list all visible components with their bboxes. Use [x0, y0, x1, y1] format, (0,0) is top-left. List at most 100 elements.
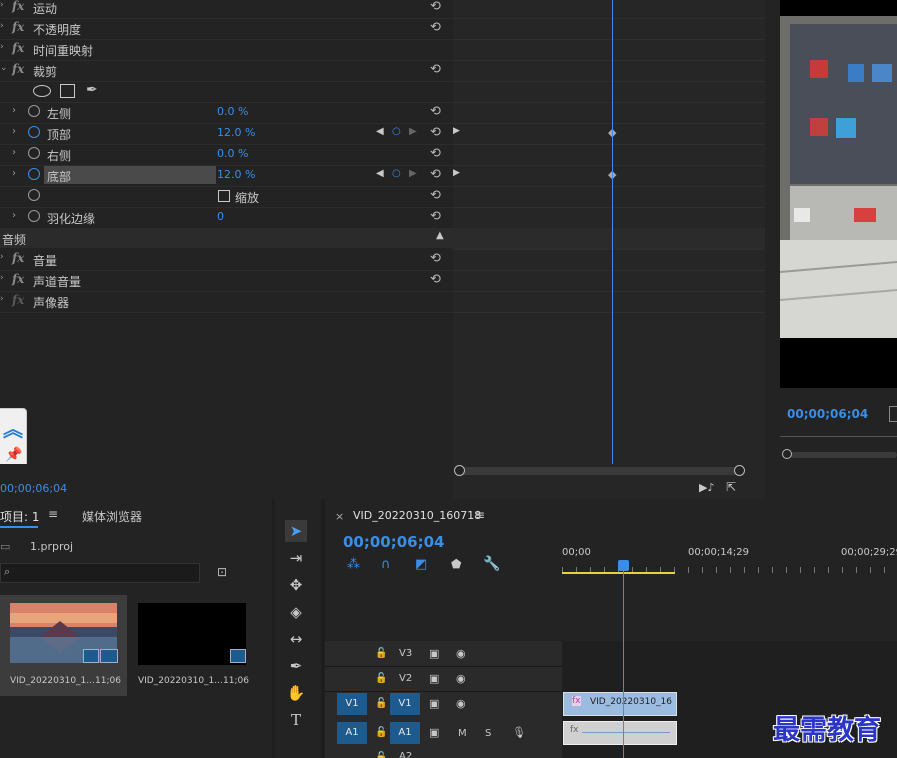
solo-button[interactable]: S [485, 728, 491, 739]
project-tab[interactable]: 项目: 1 [0, 508, 40, 525]
reset-icon[interactable]: ⟲ [430, 146, 441, 161]
reset-icon[interactable]: ⟲ [430, 104, 441, 119]
prev-keyframe-icon[interactable]: ◀ [376, 126, 384, 137]
stopwatch-icon[interactable] [28, 105, 40, 117]
param-row-zoom[interactable]: 缩放 ⟲ [0, 186, 453, 208]
zoom-scrollbar[interactable] [791, 452, 897, 458]
panel-menu-icon[interactable]: ≡ [48, 507, 58, 521]
video-clip[interactable]: fx VID_20220310_16 [563, 692, 677, 716]
reset-icon[interactable]: ⟲ [430, 167, 441, 182]
hand-tool-icon[interactable]: ✋ [285, 682, 307, 704]
settings-wrench-icon[interactable]: 🔧 [483, 556, 500, 572]
audio-clip[interactable]: fx [563, 721, 677, 745]
razor-tool-icon[interactable]: ◈ [285, 601, 307, 623]
lock-icon[interactable]: 🔓 [375, 673, 387, 684]
add-marker-icon[interactable]: ⬟ [451, 557, 461, 571]
collapse-up-icon[interactable]: ▲ [436, 230, 444, 241]
param-row-top[interactable]: › 顶部 12.0 % ◀ ○ ▶ ⟲ [0, 123, 453, 145]
search-input[interactable]: ⌕ [0, 563, 200, 583]
reset-icon[interactable]: ⟲ [430, 20, 441, 35]
ellipse-mask-icon[interactable] [33, 85, 51, 97]
scroll-handle-right[interactable] [734, 465, 745, 476]
mic-icon[interactable]: 🎙 [512, 726, 526, 739]
ec-timeline[interactable]: ▶ ▶ ◆ ◆ ▶♪ ⇱ [453, 0, 765, 499]
project-item-1[interactable]: VID_20220310_1... 11;06 [0, 595, 127, 696]
ripple-edit-tool-icon[interactable]: ✥ [285, 574, 307, 596]
program-timecode[interactable]: 00;00;06;04 [787, 407, 868, 421]
linked-selection-icon[interactable]: ◩ [415, 557, 427, 572]
effect-row-channel-volume[interactable]: › fx 声道音量 ⟲ [0, 270, 453, 292]
ec-scrollbar[interactable] [459, 467, 741, 475]
audio-section-header[interactable]: 音频 ▲ [0, 228, 453, 248]
playhead-line[interactable] [612, 0, 613, 464]
effect-row-volume[interactable]: › fx 音量 ⟲ [0, 249, 453, 271]
pen-mask-icon[interactable]: ✒ [86, 82, 98, 98]
stopwatch-icon[interactable] [28, 210, 40, 222]
track-target-a1[interactable]: A1 [390, 722, 420, 744]
prev-keyframe-icon[interactable]: ◀ [376, 168, 384, 179]
nest-icon[interactable]: ⁂ [347, 557, 360, 572]
effect-row-time-remap[interactable]: › fx 时间重映射 [0, 39, 453, 61]
ec-timecode[interactable]: 00;00;06;04 [0, 482, 67, 495]
reset-icon[interactable]: ⟲ [430, 272, 441, 287]
double-chevron-up-icon[interactable]: ︽ [3, 413, 23, 442]
effect-row-crop[interactable]: ⌄ fx 裁剪 ⟲ [0, 60, 453, 82]
next-keyframe-icon[interactable]: ▶ [409, 168, 417, 179]
lock-icon[interactable]: 🔓 [375, 698, 387, 709]
toggle-sync-icon[interactable]: ▣ [429, 726, 439, 739]
close-tab-icon[interactable]: × [335, 510, 344, 523]
fit-dropdown[interactable] [889, 406, 897, 422]
export-icon[interactable]: ⇱ [726, 480, 736, 494]
effect-row-opacity[interactable]: › fx 不透明度 ⟲ [0, 18, 453, 40]
param-row-feather[interactable]: › 羽化边缘 0 ⟲ [0, 207, 453, 229]
pin-icon[interactable]: 📌 [5, 447, 22, 463]
snap-magnet-icon[interactable]: ∩ [381, 557, 391, 572]
stopwatch-icon[interactable] [28, 126, 40, 138]
lock-icon[interactable]: 🔓 [375, 727, 387, 738]
next-keyframe-icon[interactable]: ▶ [409, 126, 417, 137]
reset-icon[interactable]: ⟲ [430, 62, 441, 77]
reset-icon[interactable]: ⟲ [430, 0, 441, 14]
panel-menu-icon[interactable]: ≡ [475, 508, 485, 522]
param-row-right[interactable]: › 右侧 0.0 % ⟲ [0, 144, 453, 166]
selection-tool-icon[interactable]: ➤ [285, 520, 307, 542]
media-browser-tab[interactable]: 媒体浏览器 [82, 508, 142, 525]
find-icon[interactable]: ⊡ [217, 565, 227, 579]
param-row-left[interactable]: › 左侧 0.0 % ⟲ [0, 102, 453, 124]
lock-icon[interactable]: 🔓 [375, 752, 387, 758]
add-keyframe-icon[interactable]: ○ [392, 168, 401, 179]
track-select-tool-icon[interactable]: ⇥ [285, 547, 307, 569]
track-target-v1[interactable]: V1 [390, 693, 420, 715]
sequence-tab[interactable]: VID_20220310_160718 [353, 509, 481, 522]
time-ruler[interactable]: 00;00 00;00;14;29 00;00;29;29 [562, 529, 897, 641]
scroll-handle-left[interactable] [454, 465, 465, 476]
reset-icon[interactable]: ⟲ [430, 125, 441, 140]
type-tool-icon[interactable]: T [285, 709, 307, 731]
add-keyframe-icon[interactable]: ○ [392, 126, 401, 137]
stopwatch-icon[interactable] [28, 147, 40, 159]
toggle-sync-icon[interactable]: ▣ [429, 647, 439, 660]
zoom-handle[interactable] [782, 449, 792, 459]
sequence-playhead-line[interactable] [623, 571, 624, 758]
project-item-2[interactable]: VID_20220310_1... 11;06 [128, 595, 255, 696]
playhead-handle[interactable] [618, 560, 629, 571]
eye-icon[interactable]: ◉ [456, 672, 466, 685]
stopwatch-icon[interactable] [28, 168, 40, 180]
effect-row-panner[interactable]: › fx 声像器 [0, 291, 453, 313]
eye-icon[interactable]: ◉ [456, 647, 466, 660]
rectangle-mask-icon[interactable] [60, 84, 75, 98]
reset-icon[interactable]: ⟲ [430, 188, 441, 203]
lock-icon[interactable]: 🔓 [375, 648, 387, 659]
toggle-sync-icon[interactable]: ▣ [429, 697, 439, 710]
slip-tool-icon[interactable]: ↔ [285, 628, 307, 650]
eye-icon[interactable]: ◉ [456, 697, 466, 710]
pen-tool-icon[interactable]: ✒ [285, 655, 307, 677]
source-patch-a1[interactable]: A1 [337, 722, 367, 744]
reset-icon[interactable]: ⟲ [430, 209, 441, 224]
source-patch-v1[interactable]: V1 [337, 693, 367, 715]
toggle-sync-icon[interactable]: ▣ [429, 672, 439, 685]
zoom-checkbox[interactable] [218, 190, 230, 202]
work-area-bar[interactable] [562, 572, 675, 574]
param-row-bottom[interactable]: › 底部 12.0 % ◀ ○ ▶ ⟲ [0, 165, 453, 187]
effect-row-motion[interactable]: › fx 运动 ⟲ [0, 0, 453, 19]
